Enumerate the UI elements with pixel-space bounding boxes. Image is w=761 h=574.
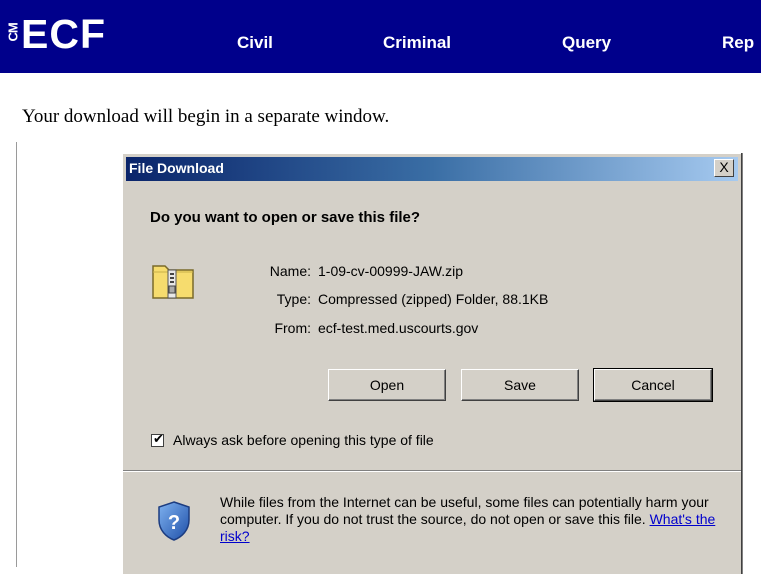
from-value: ecf-test.med.uscourts.gov <box>318 320 479 336</box>
security-warning: While files from the Internet can be use… <box>220 494 730 545</box>
dialog-titlebar[interactable]: File Download X <box>126 157 738 181</box>
checkmark-icon: ✔ <box>153 430 164 446</box>
name-value: 1-09-cv-00999-JAW.zip <box>318 263 463 279</box>
zip-folder-icon <box>152 265 194 299</box>
logo-ecf-text: ECF <box>21 10 106 57</box>
type-value: Compressed (zipped) Folder, 88.1KB <box>318 291 549 307</box>
close-icon: X <box>719 159 729 175</box>
always-ask-checkbox[interactable]: ✔ <box>151 430 164 447</box>
page-border <box>16 142 17 567</box>
dialog-title: File Download <box>129 160 224 176</box>
shield-question-icon: ? <box>158 501 190 541</box>
name-label: Name: <box>269 263 311 279</box>
save-button[interactable]: Save <box>461 369 579 401</box>
cancel-button[interactable]: Cancel <box>593 368 713 402</box>
from-label: From: <box>274 320 311 336</box>
type-label: Type: <box>276 291 311 307</box>
nav-criminal[interactable]: Criminal <box>383 33 451 53</box>
logo-cm-text: CM <box>5 22 21 41</box>
always-ask-label[interactable]: Always ask before opening this type of f… <box>173 432 434 448</box>
download-message: Your download will begin in a separate w… <box>22 106 390 127</box>
warning-text: While files from the Internet can be use… <box>220 494 709 527</box>
nav-query[interactable]: Query <box>562 33 611 53</box>
nav-civil[interactable]: Civil <box>237 33 273 53</box>
separator-highlight <box>123 471 741 472</box>
svg-text:?: ? <box>168 512 180 534</box>
open-button[interactable]: Open <box>328 369 446 401</box>
file-download-dialog: File Download X Do you want to open or s… <box>122 153 741 574</box>
nav-reports[interactable]: Rep <box>722 33 754 53</box>
top-nav-bar: CM ECF Civil Criminal Query Rep <box>0 0 761 73</box>
cmecf-logo: CM ECF <box>6 3 106 65</box>
always-ask-row: ✔ Always ask before opening this type of… <box>151 432 434 448</box>
close-button[interactable]: X <box>714 159 734 177</box>
dialog-question: Do you want to open or save this file? <box>150 209 421 226</box>
